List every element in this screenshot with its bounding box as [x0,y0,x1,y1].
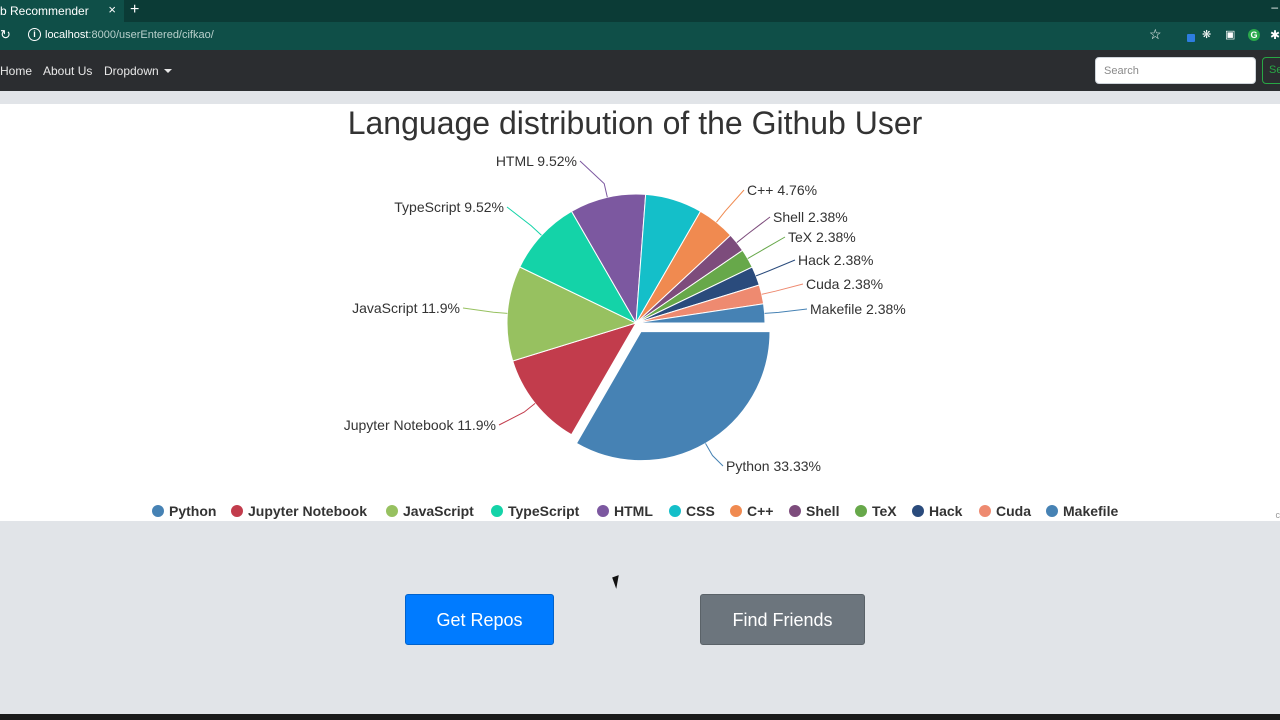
extension-box-icon[interactable]: ▣ [1225,29,1237,41]
chart-container: Language distribution of the Github User… [0,104,1280,521]
find-friends-button[interactable]: Find Friends [700,594,865,645]
legend-marker-html[interactable] [597,505,609,517]
label-line-shell [736,216,771,243]
label-line-hack [755,259,796,277]
info-icon[interactable]: i [28,28,41,41]
legend-item-jupyter-notebook[interactable]: Jupyter Notebook [248,503,367,519]
slice-label-cuda: Cuda 2.38% [806,276,883,292]
label-line-python [705,443,724,467]
legend-item-css[interactable]: CSS [686,503,715,519]
slice-label-tex: TeX 2.38% [788,229,856,245]
tab-title: b Recommender [0,4,89,18]
label-line-typescript [506,206,542,236]
pie-slices [506,193,771,462]
legend-item-cuda[interactable]: Cuda [996,503,1031,519]
taskbar [0,714,1280,720]
browser-tab[interactable]: b Recommender × [0,0,124,22]
search-button[interactable]: Search [1262,57,1280,84]
site-navbar: Home About Us Dropdown Search [0,50,1280,91]
legend-marker-tex[interactable] [855,505,867,517]
url-field[interactable]: localhost:8000/userEntered/cifkao/ [45,29,214,41]
legend-item-tex[interactable]: TeX [872,503,897,519]
new-tab-icon[interactable]: + [130,0,139,20]
legend-marker-c[interactable] [730,505,742,517]
legend-marker-javascript[interactable] [386,505,398,517]
legend-marker-makefile[interactable] [1046,505,1058,517]
legend-marker-shell[interactable] [789,505,801,517]
minimize-icon[interactable]: – [1271,0,1278,14]
close-tab-icon[interactable]: × [108,0,116,20]
legend-marker-typescript[interactable] [491,505,503,517]
legend-marker-hack[interactable] [912,505,924,517]
footer-mark: c [1275,510,1280,520]
reload-icon[interactable]: ↻ [0,27,11,43]
nav-dropdown-label: Dropdown [104,64,159,78]
legend-item-html[interactable]: HTML [614,503,653,519]
star-icon[interactable]: ☆ [1149,26,1162,43]
nav-dropdown[interactable]: Dropdown [104,64,172,78]
legend-item-makefile[interactable]: Makefile [1063,503,1118,519]
nav-about-us[interactable]: About Us [43,64,92,78]
caret-down-icon [163,69,172,73]
slice-label-jupyter-notebook: Jupyter Notebook 11.9% [344,417,496,433]
slice-label-makefile: Makefile 2.38% [810,301,906,317]
legend-item-hack[interactable]: Hack [929,503,963,519]
legend-item-python[interactable]: Python [169,503,216,519]
language-pie-chart: Language distribution of the Github User… [152,105,1118,519]
url-host: localhost [45,29,89,41]
label-line-cuda [761,283,804,295]
grammarly-icon[interactable]: G [1248,29,1260,41]
label-line-jupyter-notebook [498,403,536,426]
nav-home[interactable]: Home [0,64,32,78]
legend-item-javascript[interactable]: JavaScript [403,503,474,519]
extension-icon[interactable] [1183,29,1195,42]
label-line-c [716,189,745,223]
react-extension-icon[interactable]: ❋ [1202,29,1214,41]
legend-item-typescript[interactable]: TypeScript [508,503,580,519]
slice-label-c: C++ 4.76% [747,182,817,198]
url-path: :8000/userEntered/cifkao/ [88,29,214,41]
legend-marker-jupyter-notebook[interactable] [231,505,243,517]
legend-item-shell[interactable]: Shell [806,503,839,519]
get-repos-button[interactable]: Get Repos [405,594,554,645]
mouse-cursor-icon [612,575,623,589]
legend-marker-python[interactable] [152,505,164,517]
label-line-tex [747,236,786,259]
extension-badge [1187,34,1195,42]
slice-label-hack: Hack 2.38% [798,252,873,268]
label-line-javascript [462,307,508,314]
slice-label-typescript: TypeScript 9.52% [394,199,504,215]
slice-label-python: Python 33.33% [726,458,821,474]
legend-item-c[interactable]: C++ [747,503,773,519]
legend-marker-cuda[interactable] [979,505,991,517]
browser-tab-bar: b Recommender × + – [0,0,1280,22]
legend-marker-css[interactable] [669,505,681,517]
label-line-makefile [764,308,808,314]
label-line-html [579,160,608,198]
browser-address-bar: ↻ i localhost:8000/userEntered/cifkao/ ☆… [0,22,1280,50]
page-spacer [0,91,1280,104]
chart-legend: Python Jupyter Notebook JavaScript TypeScri… [152,503,1118,519]
chart-title: Language distribution of the Github User [348,105,923,141]
slice-label-javascript: JavaScript 11.9% [352,300,460,316]
slice-label-shell: Shell 2.38% [773,209,848,225]
slice-label-html: HTML 9.52% [496,153,577,169]
puzzle-icon[interactable]: ✱ [1270,29,1280,41]
search-input[interactable] [1095,57,1256,84]
